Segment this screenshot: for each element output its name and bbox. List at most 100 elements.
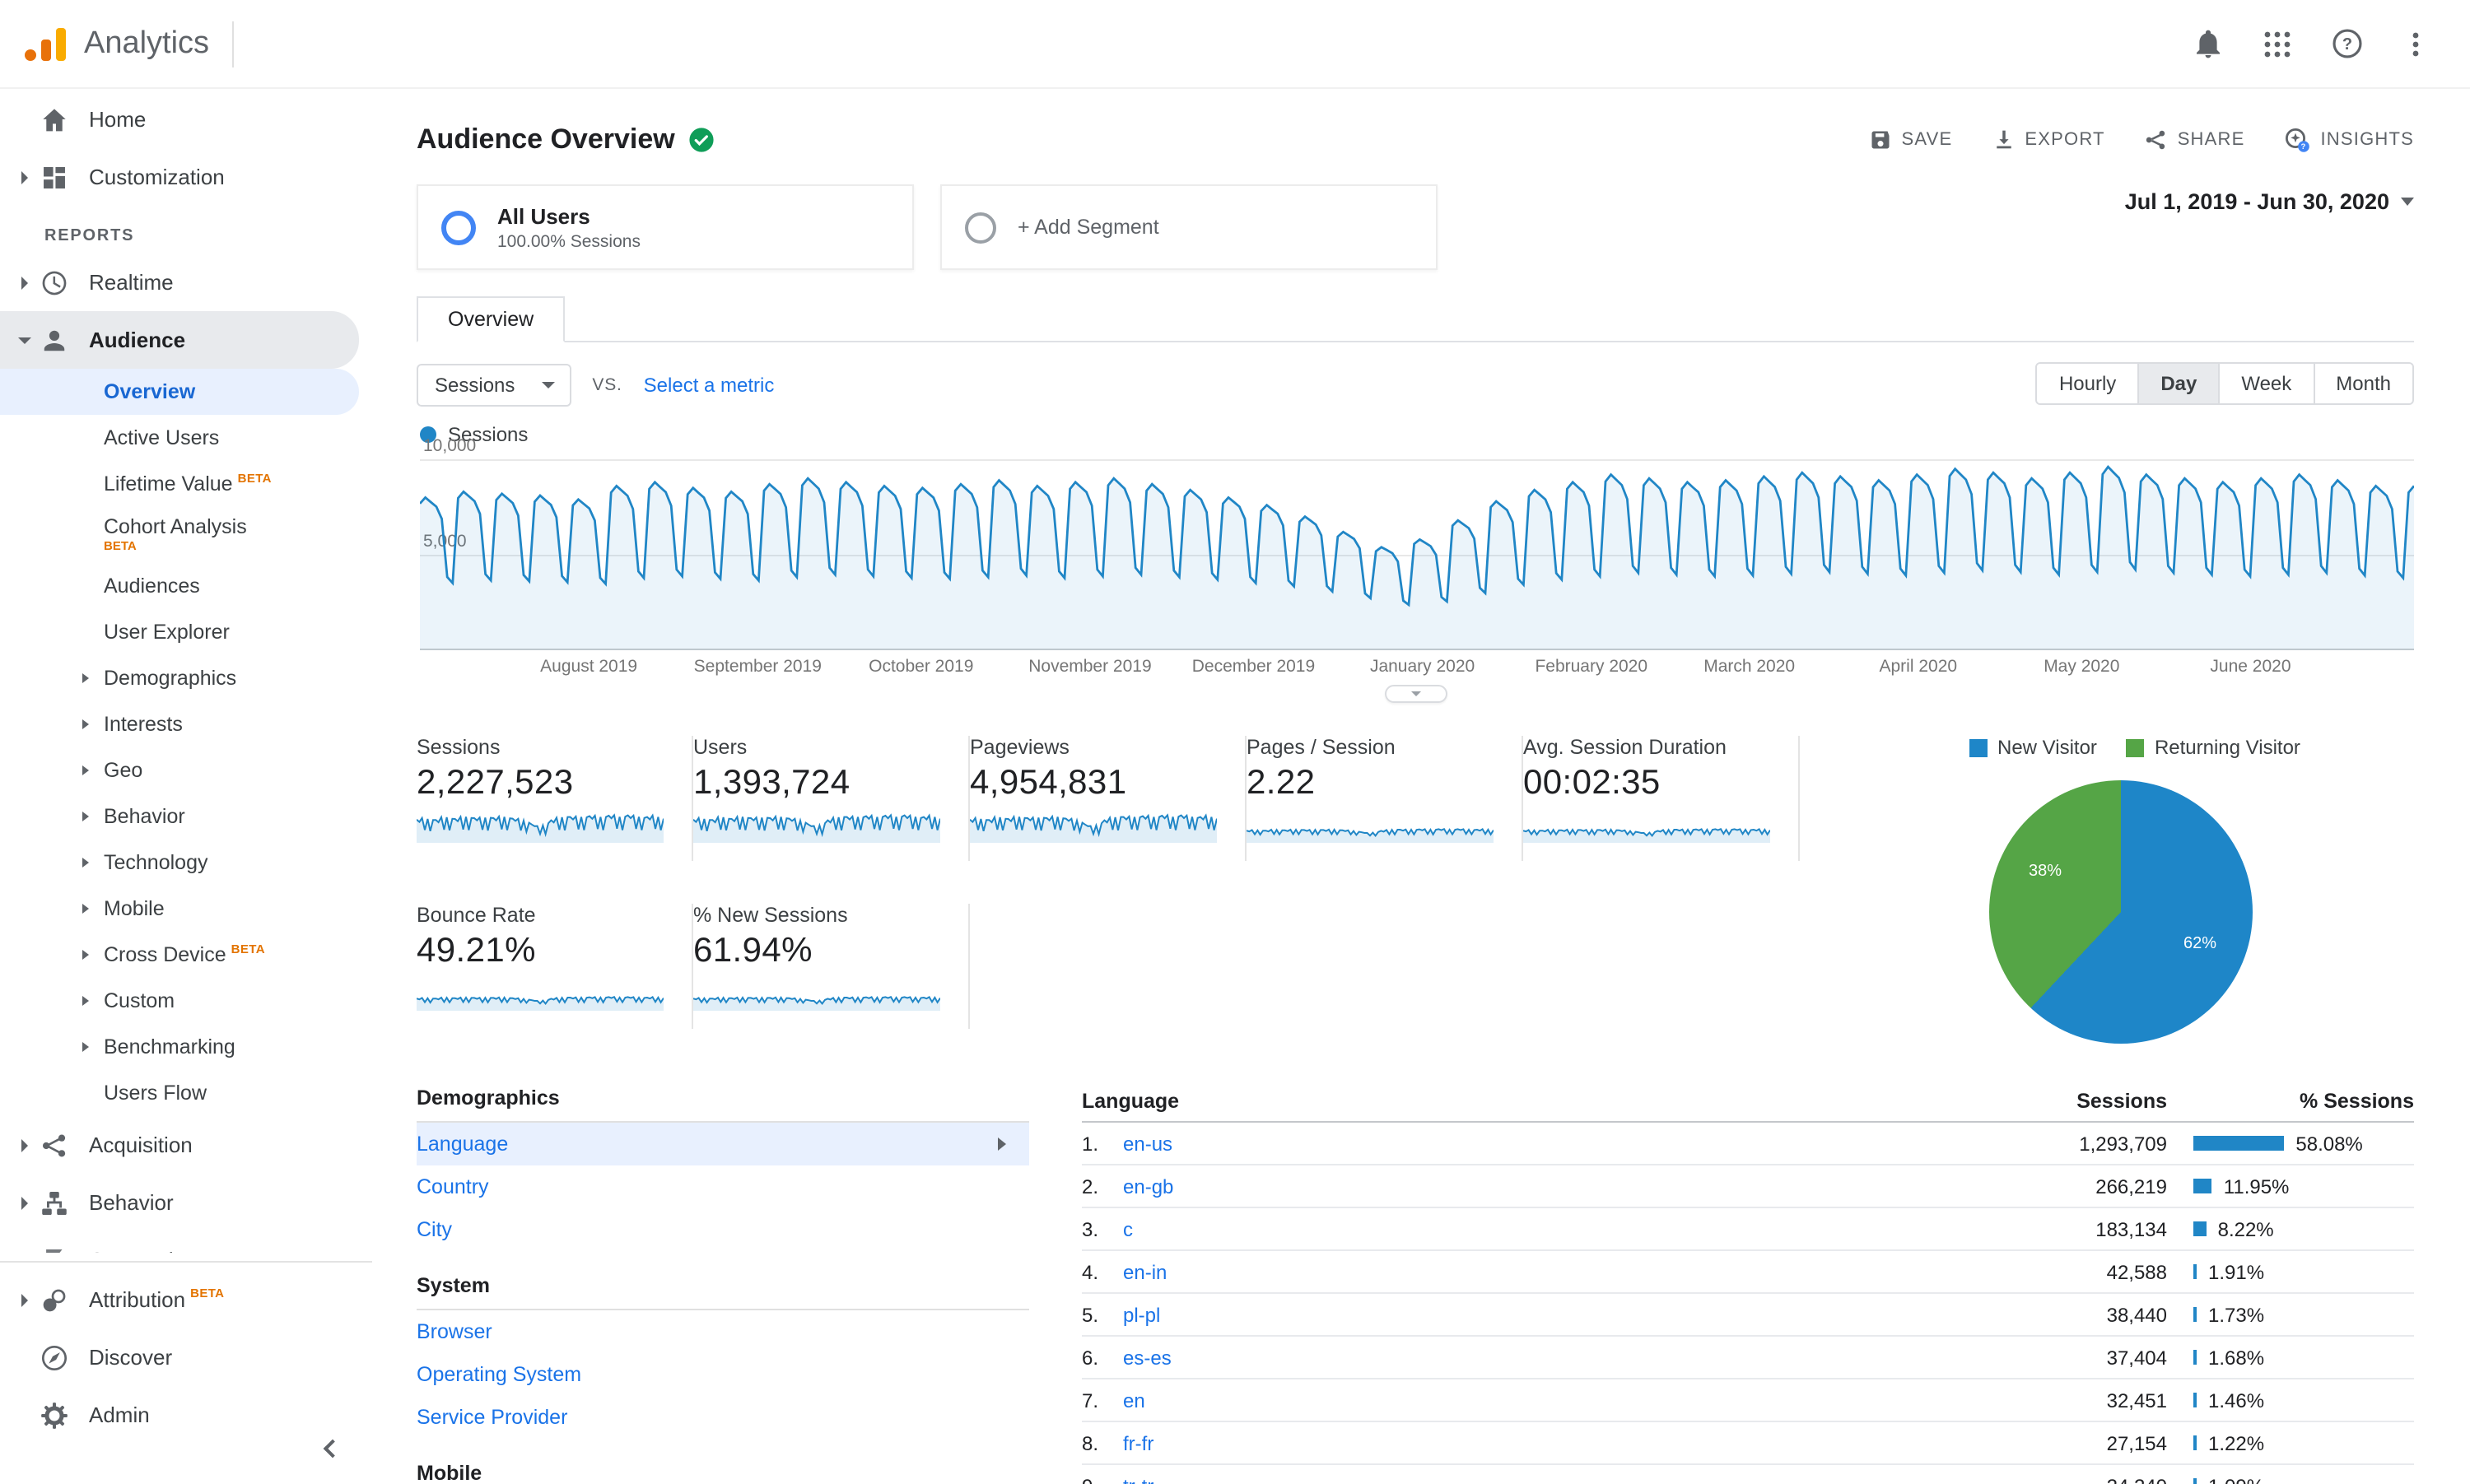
verified-check-icon[interactable] [688, 127, 715, 153]
export-button[interactable]: EXPORT [1992, 128, 2104, 151]
sidebar-item-users-flow[interactable]: Users Flow [0, 1070, 372, 1116]
metric-bounce-rate[interactable]: Bounce Rate 49.21% [417, 903, 693, 1028]
select-metric-link[interactable]: Select a metric [644, 373, 775, 396]
arrow-right-icon [998, 1137, 1006, 1151]
tab-overview[interactable]: Overview [417, 296, 566, 342]
metric-pages-per-session[interactable]: Pages / Session 2.22 [1247, 736, 1523, 861]
metric-users[interactable]: Users 1,393,724 [693, 736, 970, 861]
metric-sessions[interactable]: Sessions 2,227,523 [417, 736, 693, 861]
sidebar-item-conversions-partial[interactable]: Conversions [0, 1231, 372, 1253]
panel-item-browser[interactable]: Browser [417, 1310, 1029, 1353]
language-link[interactable]: en-gb [1123, 1175, 1986, 1198]
chart-controls: Sessions VS. Select a metric Hourly Day … [417, 362, 2414, 407]
row-percent: 58.08% [2295, 1132, 2363, 1155]
sidebar-item-demographics[interactable]: Demographics [0, 655, 372, 701]
sidebar-item-active-users[interactable]: Active Users [0, 415, 372, 461]
y-axis-label: 10,000 [423, 436, 477, 456]
acquisition-icon [42, 1133, 66, 1156]
metric-dropdown[interactable]: Sessions [417, 363, 571, 406]
sidebar-item-technology[interactable]: Technology [0, 840, 372, 886]
sidebar-item-discover[interactable]: Discover [0, 1328, 372, 1386]
granularity-day[interactable]: Day [2137, 364, 2219, 403]
more-options-button[interactable] [2388, 16, 2444, 72]
table-row: 5. pl-pl 38,440 1.73% [1082, 1294, 2414, 1337]
sidebar-item-custom[interactable]: Custom [0, 978, 372, 1024]
language-link[interactable]: en-us [1123, 1132, 1986, 1155]
sidebar-item-benchmarking[interactable]: Benchmarking [0, 1024, 372, 1070]
sidebar-item-attribution[interactable]: Attribution BETA [0, 1271, 372, 1328]
sidebar-item-lifetime-value[interactable]: Lifetime Value BETA [0, 461, 372, 507]
granularity-month[interactable]: Month [2313, 364, 2412, 403]
row-rank: 8. [1082, 1431, 1099, 1454]
sidebar-item-mobile[interactable]: Mobile [0, 886, 372, 932]
metric-avg-session-duration[interactable]: Avg. Session Duration 00:02:35 [1523, 736, 1800, 861]
analytics-home-link[interactable]: Analytics [23, 21, 235, 67]
granularity-week[interactable]: Week [2218, 364, 2314, 403]
app-title: Analytics [84, 26, 210, 60]
chevron-right-icon [82, 1042, 89, 1052]
sidebar-item-overview[interactable]: Overview [0, 369, 359, 415]
sparkline [693, 813, 940, 843]
help-button[interactable]: ? [2319, 16, 2374, 72]
row-rank: 6. [1082, 1346, 1099, 1369]
chevron-right-icon [82, 812, 89, 821]
granularity-hourly[interactable]: Hourly [2037, 364, 2138, 403]
sidebar-item-cross-device[interactable]: Cross Device BETA [0, 932, 372, 978]
sparkline [970, 813, 1217, 843]
gear-icon [41, 1402, 68, 1428]
caret-down-icon [2401, 198, 2414, 206]
save-button[interactable]: SAVE [1869, 128, 1953, 151]
x-axis: August 2019 September 2019 October 2019 Nov… [420, 657, 2414, 680]
visitor-pie-chart[interactable]: 62% 38% [1989, 780, 2253, 1044]
language-link[interactable]: tr-tr [1123, 1474, 1986, 1484]
language-link[interactable]: c [1123, 1217, 1986, 1240]
panel-item-service-provider[interactable]: Service Provider [417, 1396, 1029, 1439]
notifications-button[interactable] [2180, 16, 2236, 72]
date-range-selector[interactable]: Jul 1, 2019 - Jun 30, 2020 [2125, 189, 2414, 214]
language-link[interactable]: es-es [1123, 1346, 1986, 1369]
percent-bar [2193, 1221, 2207, 1236]
segment-all-users[interactable]: All Users 100.00% Sessions [417, 184, 914, 270]
insights-button[interactable]: ? INSIGHTS [2285, 127, 2415, 153]
language-link[interactable]: pl-pl [1123, 1303, 1986, 1326]
metric-pageviews[interactable]: Pageviews 4,954,831 [970, 736, 1247, 861]
sessions-line-chart[interactable]: 10,000 5,000 [420, 436, 2414, 650]
sidebar-item-audience[interactable]: Audience [0, 311, 359, 369]
sidebar-item-behavior[interactable]: Behavior [0, 1174, 372, 1231]
row-percent: 8.22% [2217, 1217, 2274, 1240]
language-link[interactable]: fr-fr [1123, 1431, 1986, 1454]
sidebar-item-audiences[interactable]: Audiences [0, 563, 372, 609]
chevron-right-icon [82, 765, 89, 775]
behavior-icon [42, 1190, 67, 1215]
metric-new-sessions[interactable]: % New Sessions 61.94% [693, 903, 970, 1028]
annotations-toggle[interactable] [1384, 685, 1447, 703]
row-sessions: 1,293,709 [2079, 1132, 2167, 1155]
add-segment-button[interactable]: + Add Segment [940, 184, 1438, 270]
apps-menu-button[interactable] [2249, 16, 2305, 72]
sidebar-item-customization[interactable]: Customization [0, 148, 372, 206]
panel-item-country[interactable]: Country [417, 1165, 1029, 1208]
sidebar-item-realtime[interactable]: Realtime [0, 254, 372, 311]
sidebar-item-interests[interactable]: Interests [0, 701, 372, 747]
sidebar-collapse-button[interactable] [306, 1425, 352, 1471]
chevron-right-icon [82, 858, 89, 868]
sidebar-item-acquisition[interactable]: Acquisition [0, 1116, 372, 1174]
sidebar-item-user-explorer[interactable]: User Explorer [0, 609, 372, 655]
sidebar-item-geo[interactable]: Geo [0, 747, 372, 793]
pie-value-label: 62% [2183, 935, 2217, 953]
share-button[interactable]: SHARE [2145, 128, 2245, 151]
panel-item-language[interactable]: Language [417, 1123, 1029, 1165]
language-link[interactable]: en-in [1123, 1260, 1986, 1283]
panel-item-city[interactable]: City [417, 1208, 1029, 1251]
beta-badge: BETA [190, 1286, 225, 1300]
more-vert-icon [2412, 31, 2419, 56]
panel-item-operating-system[interactable]: Operating System [417, 1353, 1029, 1396]
sidebar-item-cohort-analysis[interactable]: Cohort Analysis BETA [0, 507, 372, 563]
sidebar-item-home[interactable]: Home [0, 91, 372, 148]
row-sessions: 42,588 [2106, 1260, 2167, 1283]
chevron-right-icon [21, 1196, 28, 1209]
row-rank: 5. [1082, 1303, 1099, 1326]
language-link[interactable]: en [1123, 1389, 1986, 1412]
panel-header-system: System [417, 1268, 1029, 1310]
sidebar-item-behavior-sub[interactable]: Behavior [0, 793, 372, 840]
